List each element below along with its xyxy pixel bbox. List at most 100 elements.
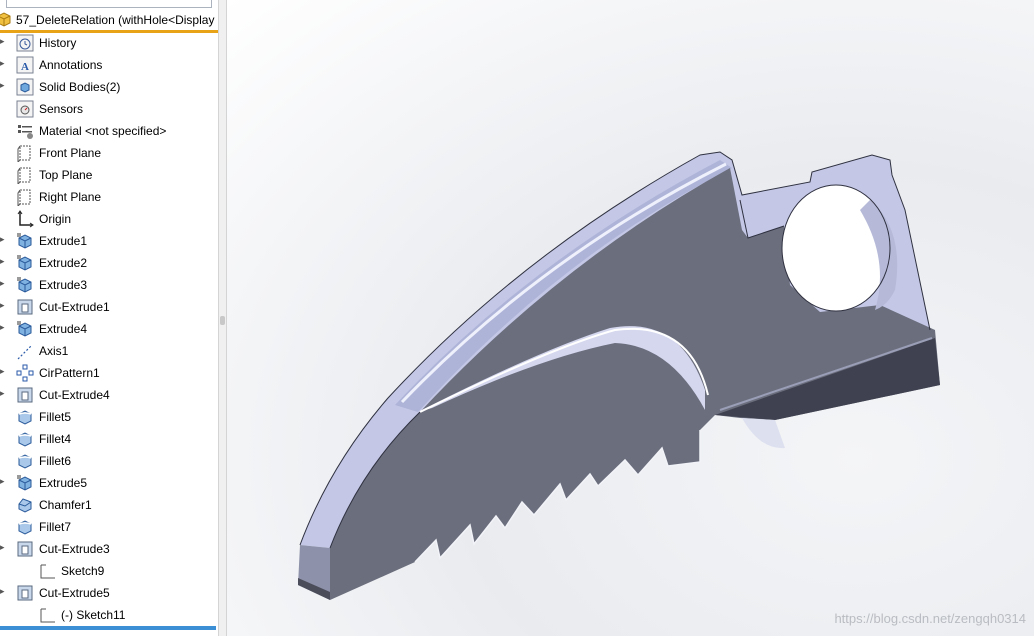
- tree-item-label: Fillet7: [39, 520, 72, 534]
- tree-item-label: Axis1: [39, 344, 69, 358]
- sketch-icon: [38, 606, 56, 624]
- tree-item-label: CirPattern1: [39, 366, 100, 380]
- expand-arrow-icon[interactable]: ▸: [0, 80, 5, 91]
- cut-extrude-icon: [16, 584, 34, 602]
- svg-text:A: A: [21, 61, 29, 73]
- sensors-icon: [16, 100, 34, 118]
- expand-arrow-icon[interactable]: ▸: [0, 234, 5, 245]
- tree-item-front-plane[interactable]: Front Plane: [0, 142, 218, 164]
- tree-item-fillet6[interactable]: Fillet6: [0, 450, 218, 472]
- tree-item-cut-extrude1[interactable]: ▸ Cut-Extrude1: [0, 296, 218, 318]
- expand-arrow-icon[interactable]: ▸: [0, 256, 5, 267]
- cut-extrude-icon: [16, 298, 34, 316]
- tree-item-label: Fillet4: [39, 432, 72, 446]
- extrude-icon: [16, 232, 34, 250]
- tree-item-sketch11[interactable]: (-) Sketch11: [0, 604, 218, 626]
- tree-item-chamfer1[interactable]: Chamfer1: [0, 494, 218, 516]
- tree-item-label: (-) Sketch11: [61, 608, 126, 622]
- tree-root-part[interactable]: 57_DeleteRelation (withHole<Display: [0, 9, 218, 33]
- model-view[interactable]: [227, 0, 1034, 636]
- tree-item-extrude5[interactable]: ▸ Extrude5: [0, 472, 218, 494]
- tree-item-label: Extrude3: [39, 278, 88, 292]
- tree-item-cut-extrude3[interactable]: ▸ Cut-Extrude3: [0, 538, 218, 560]
- tree-item-label: Extrude4: [39, 322, 88, 336]
- plane-icon: [16, 166, 34, 186]
- tree-item-material-not-specified[interactable]: Material <not specified>: [0, 120, 218, 142]
- tree-item-origin[interactable]: Origin: [0, 208, 218, 230]
- tree-item-label: Annotations: [39, 58, 103, 72]
- fillet-icon: [16, 430, 34, 448]
- tree-item-axis1[interactable]: Axis1: [0, 340, 218, 362]
- fillet-icon: [16, 452, 34, 470]
- expand-arrow-icon[interactable]: ▸: [0, 322, 5, 333]
- tree-item-label: Cut-Extrude5: [39, 586, 110, 600]
- feature-manager-tree: 57_DeleteRelation (withHole<Display ▸ His…: [0, 0, 218, 636]
- fillet-icon: [16, 518, 34, 536]
- tree-item-label: Sketch9: [61, 564, 105, 578]
- tree-item-extrude4[interactable]: ▸ Extrude4: [0, 318, 218, 340]
- expand-arrow-icon[interactable]: ▸: [0, 58, 5, 69]
- tree-item-label: Solid Bodies(2): [39, 80, 121, 94]
- chamfer-icon: [16, 496, 34, 514]
- cut-extrude-icon: [16, 540, 34, 558]
- expand-arrow-icon[interactable]: ▸: [0, 278, 5, 289]
- tree-item-right-plane[interactable]: Right Plane: [0, 186, 218, 208]
- tree-item-label: Chamfer1: [39, 498, 92, 512]
- annotations-icon: A: [16, 56, 34, 74]
- tree-filter-input[interactable]: [6, 0, 212, 8]
- tree-item-label: Cut-Extrude4: [39, 388, 110, 402]
- tree-item-cirpattern1[interactable]: ▸ CirPattern1: [0, 362, 218, 384]
- cut-extrude-icon: [16, 386, 34, 404]
- plane-icon: [16, 144, 34, 164]
- tree-item-fillet4[interactable]: Fillet4: [0, 428, 218, 450]
- tree-item-label: Fillet5: [39, 410, 72, 424]
- tree-item-history[interactable]: ▸ History: [0, 32, 218, 54]
- tree-item-label: Front Plane: [39, 146, 102, 160]
- solid-bodies-icon: [16, 78, 34, 96]
- watermark: https://blog.csdn.net/zengqh0314: [834, 611, 1026, 626]
- tree-item-label: Cut-Extrude1: [39, 300, 110, 314]
- tree-root-label: 57_DeleteRelation (withHole<Display: [16, 13, 215, 27]
- expand-arrow-icon[interactable]: ▸: [0, 586, 5, 597]
- tree-item-label: Cut-Extrude3: [39, 542, 110, 556]
- tree-item-label: Fillet6: [39, 454, 72, 468]
- tree-item-solid-bodies-2[interactable]: ▸ Solid Bodies(2): [0, 76, 218, 98]
- circular-pattern-icon: [16, 364, 34, 382]
- graphics-viewport[interactable]: https://blog.csdn.net/zengqh0314: [227, 0, 1034, 636]
- tree-item-label: History: [39, 36, 77, 50]
- part-icon: [0, 11, 12, 27]
- expand-arrow-icon[interactable]: ▸: [0, 542, 5, 553]
- tree-item-label: Extrude5: [39, 476, 88, 490]
- tree-item-fillet5[interactable]: Fillet5: [0, 406, 218, 428]
- panel-splitter[interactable]: [218, 0, 227, 636]
- tree-item-label: Extrude1: [39, 234, 88, 248]
- tree-item-annotations[interactable]: ▸ A Annotations: [0, 54, 218, 76]
- tree-item-extrude3[interactable]: ▸ Extrude3: [0, 274, 218, 296]
- extrude-icon: [16, 320, 34, 338]
- tree-item-label: Origin: [39, 212, 72, 226]
- expand-arrow-icon[interactable]: ▸: [0, 366, 5, 377]
- tree-item-fillet7[interactable]: Fillet7: [0, 516, 218, 538]
- tree-item-label: Material <not specified>: [39, 124, 167, 138]
- tree-item-cut-extrude5[interactable]: ▸ Cut-Extrude5: [0, 582, 218, 604]
- tree-item-label: Top Plane: [39, 168, 93, 182]
- expand-arrow-icon[interactable]: ▸: [0, 36, 5, 47]
- splitter-grip[interactable]: [220, 316, 225, 325]
- plane-icon: [16, 188, 34, 208]
- tree-item-sketch9[interactable]: Sketch9: [0, 560, 218, 582]
- tree-item-label: Right Plane: [39, 190, 102, 204]
- expand-arrow-icon[interactable]: ▸: [0, 388, 5, 399]
- tree-item-cut-extrude4[interactable]: ▸ Cut-Extrude4: [0, 384, 218, 406]
- expand-arrow-icon[interactable]: ▸: [0, 476, 5, 487]
- tree-item-top-plane[interactable]: Top Plane: [0, 164, 218, 186]
- extrude-icon: [16, 474, 34, 492]
- material-icon: [16, 122, 34, 140]
- tree-item-extrude1[interactable]: ▸ Extrude1: [0, 230, 218, 252]
- history-icon: [16, 34, 34, 52]
- origin-icon: [16, 210, 34, 228]
- tree-item-extrude2[interactable]: ▸ Extrude2: [0, 252, 218, 274]
- tree-bottom-bar: [0, 626, 216, 630]
- tree-item-sensors[interactable]: Sensors: [0, 98, 218, 120]
- tree-item-label: Sensors: [39, 102, 84, 116]
- expand-arrow-icon[interactable]: ▸: [0, 300, 5, 311]
